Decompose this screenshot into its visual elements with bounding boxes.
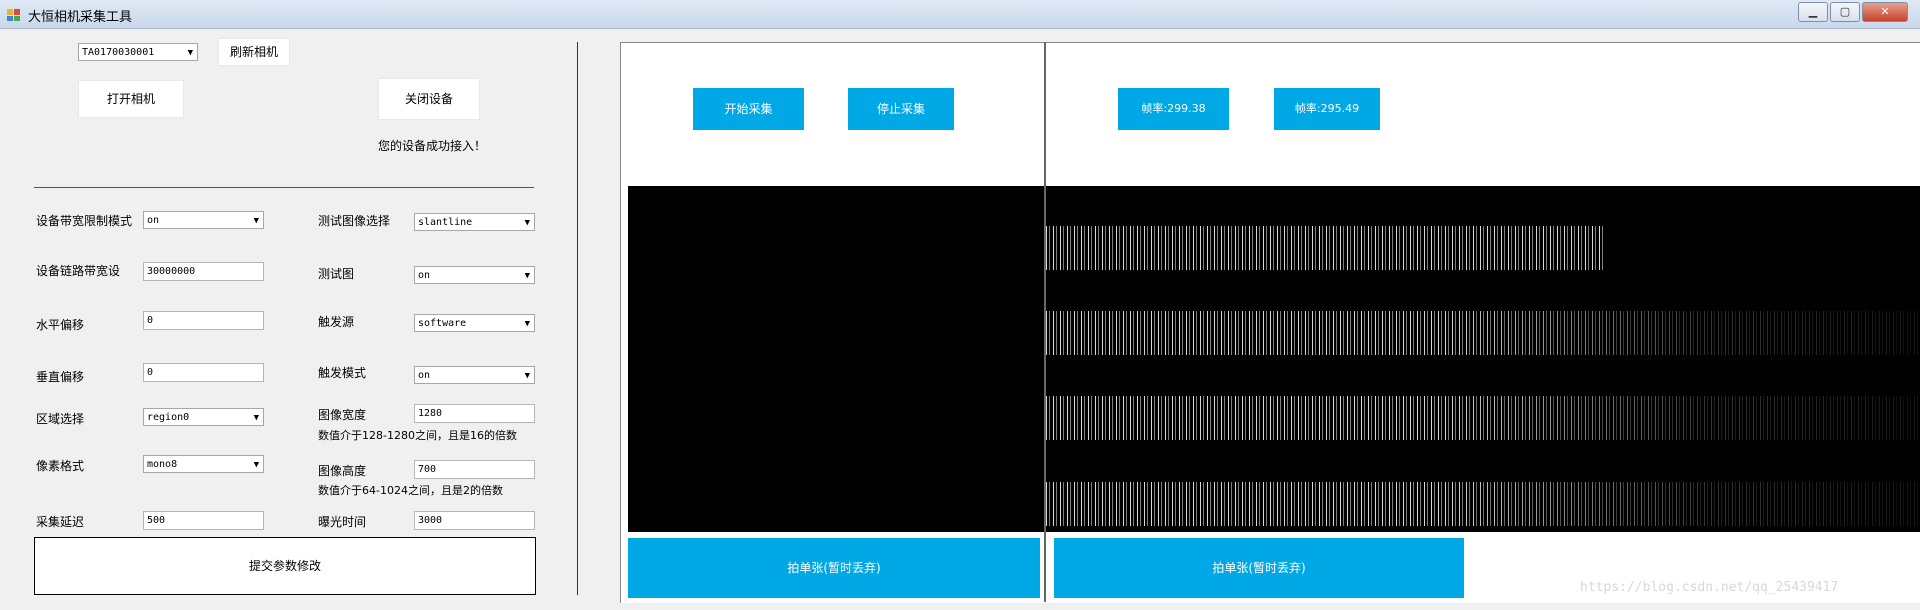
chevron-down-icon: ▼ — [524, 371, 530, 381]
pixel-format-value: mono8 — [147, 459, 178, 470]
bandwidth-mode-label: 设备带宽限制模式 — [36, 214, 133, 228]
test-image-toggle-select[interactable]: on ▼ — [414, 266, 535, 284]
exposure-input[interactable]: 3000 — [414, 511, 535, 530]
maximize-icon[interactable]: ▢ — [1830, 2, 1860, 22]
stop-capture-button[interactable]: 停止采集 — [848, 88, 954, 130]
trigger-mode-select[interactable]: on ▼ — [414, 366, 535, 384]
chevron-down-icon: ▼ — [524, 271, 530, 281]
test-image-label: 测试图 — [318, 267, 355, 281]
h-offset-label: 水平偏移 — [36, 318, 85, 332]
chevron-down-icon: ▼ — [253, 460, 259, 470]
close-device-button[interactable]: 关闭设备 — [378, 78, 480, 120]
bandwidth-mode-select[interactable]: on ▼ — [143, 211, 264, 229]
snap-single-button-2[interactable]: 拍单张(暂时丢弃) — [1054, 538, 1464, 598]
divider — [34, 187, 534, 188]
trigger-mode-value: on — [418, 370, 431, 381]
test-image-value: on — [418, 270, 431, 281]
trigger-source-value: software — [418, 318, 467, 329]
snap-single-button-1[interactable]: 拍单张(暂时丢弃) — [628, 538, 1040, 598]
bandwidth-mode-value: on — [147, 215, 160, 226]
start-capture-button[interactable]: 开始采集 — [693, 88, 804, 130]
trigger-mode-label: 触发模式 — [318, 366, 367, 380]
camera-preview-1 — [628, 186, 1044, 532]
vertical-divider — [577, 42, 578, 595]
region-value: region0 — [147, 412, 190, 423]
test-image-select[interactable]: slantline ▼ — [414, 213, 535, 231]
chevron-down-icon: ▼ — [253, 216, 259, 226]
chevron-down-icon: ▼ — [524, 319, 530, 329]
test-image-select-label: 测试图像选择 — [318, 214, 391, 228]
pixel-format-select[interactable]: mono8 ▼ — [143, 455, 264, 473]
acq-delay-label: 采集延迟 — [36, 515, 85, 529]
test-pattern-band — [1046, 311, 1920, 355]
camera-select-value: TA0170030001 — [82, 47, 155, 58]
link-bandwidth-label: 设备链路带宽设 — [36, 264, 121, 278]
acq-delay-input[interactable]: 500 — [143, 511, 264, 530]
trigger-source-select[interactable]: software ▼ — [414, 314, 535, 332]
fps-label-1: 帧率:299.38 — [1118, 88, 1229, 130]
test-pattern-band — [1046, 482, 1920, 526]
exposure-label: 曝光时间 — [318, 515, 367, 529]
open-camera-button[interactable]: 打开相机 — [78, 80, 184, 118]
trigger-source-label: 触发源 — [318, 315, 355, 329]
height-label: 图像高度 — [318, 464, 367, 478]
height-input[interactable]: 700 — [414, 460, 535, 479]
width-label: 图像宽度 — [318, 408, 367, 422]
pixel-format-label: 像素格式 — [36, 459, 85, 473]
h-offset-input[interactable]: 0 — [143, 311, 264, 330]
camera-preview-2 — [1046, 186, 1920, 532]
status-text: 您的设备成功接入！ — [378, 139, 487, 153]
link-bandwidth-input[interactable]: 30000000 — [143, 262, 264, 281]
test-image-select-value: slantline — [418, 217, 473, 228]
app-icon — [7, 9, 20, 21]
close-icon[interactable]: ✕ — [1862, 2, 1908, 22]
v-offset-input[interactable]: 0 — [143, 363, 264, 382]
chevron-down-icon: ▼ — [524, 218, 530, 228]
title-bar: 大恒相机采集工具 ▁ ▢ ✕ — [0, 0, 1920, 29]
fps-label-2: 帧率:295.49 — [1274, 88, 1380, 130]
chevron-down-icon: ▼ — [187, 48, 193, 58]
chevron-down-icon: ▼ — [253, 413, 259, 423]
height-hint: 数值介于64-1024之间，且是2的倍数 — [318, 484, 503, 497]
refresh-camera-button[interactable]: 刷新相机 — [218, 38, 290, 66]
watermark-text: https://blog.csdn.net/qq_25439417 — [1580, 580, 1839, 595]
window-title: 大恒相机采集工具 — [28, 10, 133, 25]
region-label: 区域选择 — [36, 412, 85, 426]
window-controls: ▁ ▢ ✕ — [1798, 2, 1908, 22]
v-offset-label: 垂直偏移 — [36, 370, 85, 384]
minimize-icon[interactable]: ▁ — [1798, 2, 1828, 22]
width-input[interactable]: 1280 — [414, 404, 535, 423]
submit-params-button[interactable]: 提交参数修改 — [34, 537, 536, 595]
test-pattern-band — [1046, 226, 1606, 270]
region-select[interactable]: region0 ▼ — [143, 408, 264, 426]
test-pattern-band — [1046, 396, 1920, 440]
camera-select[interactable]: TA0170030001 ▼ — [78, 43, 198, 61]
width-hint: 数值介于128-1280之间，且是16的倍数 — [318, 429, 517, 442]
